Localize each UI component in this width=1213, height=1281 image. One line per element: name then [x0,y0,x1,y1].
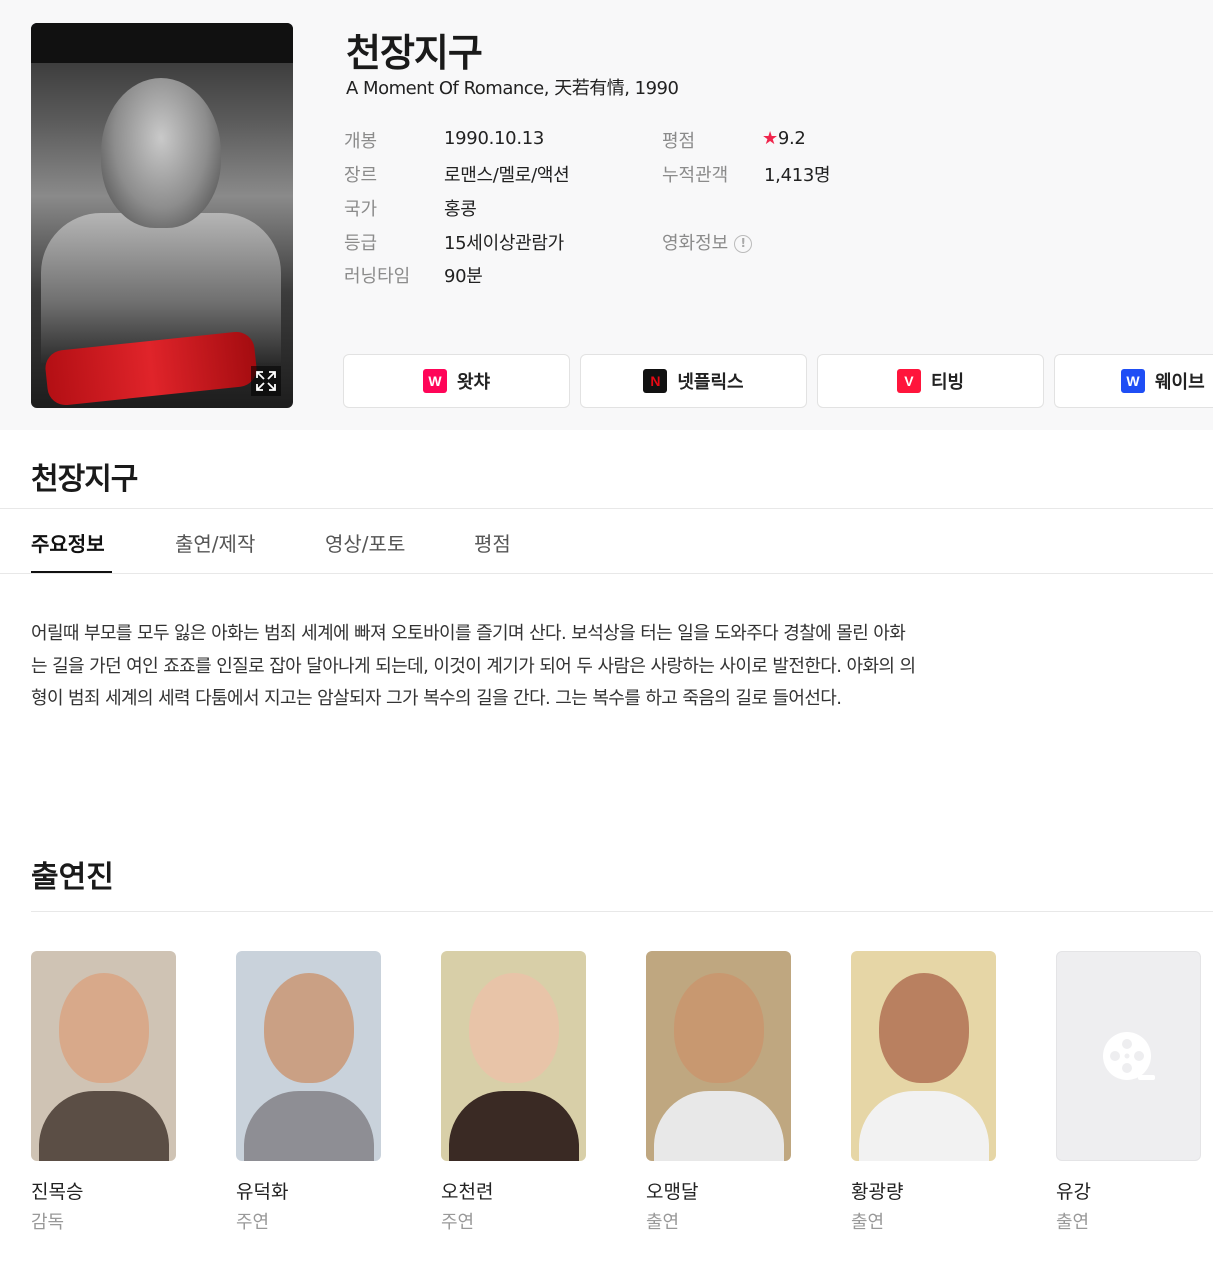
cast-role: 출연 [1056,1212,1090,1233]
cast-name[interactable]: 유덕화 [236,1177,381,1204]
ott-label: 왓챠 [456,372,491,393]
poster-top-band [31,23,293,63]
film-reel-icon [1102,1032,1155,1080]
tab-cast-crew[interactable]: 출연/제작 [175,528,255,557]
ott-netflix-button[interactable]: N 넷플릭스 [580,354,807,408]
tab-video-photo[interactable]: 영상/포토 [325,528,405,557]
runtime-label: 러닝타임 [344,266,411,287]
country-label: 국가 [344,199,378,220]
ott-label: 넷플릭스 [677,372,744,393]
tving-logo-icon: V [896,369,921,393]
poster-figure-face [101,78,221,228]
score-label: 평점 [662,131,696,152]
ott-label: 티빙 [930,372,965,393]
cast-role: 감독 [31,1212,65,1233]
photo-head [674,973,764,1083]
cast-name[interactable]: 오천련 [441,1177,586,1204]
ott-tving-button[interactable]: V 티빙 [817,354,1044,408]
cast-name[interactable]: 진목승 [31,1177,176,1204]
tabs-divider [0,573,1213,574]
cast-photo[interactable] [31,951,176,1161]
tab-main-info[interactable]: 주요정보 [31,528,105,557]
photo-body [449,1091,579,1161]
release-value: 1990.10.13 [444,128,545,149]
synopsis-line: 어릴때 부모를 모두 잃은 아화는 범죄 세계에 빠져 오토바이를 즐기며 산다… [31,623,906,644]
movie-info-label: 영화정보 [662,233,729,254]
info-icon[interactable]: ! [734,235,753,253]
wavve-logo-icon: W [1121,369,1145,393]
cast-role: 주연 [441,1212,475,1233]
photo-body [39,1091,169,1161]
photo-head [264,973,354,1083]
cast-card[interactable]: 진목승 감독 [31,951,176,1234]
score-value: 9.2 [777,128,806,149]
cast-card[interactable]: 유덕화 주연 [236,951,381,1234]
photo-body [654,1091,784,1161]
cast-card[interactable]: 유강 출연 [1056,951,1201,1234]
movie-subtitle: A Moment Of Romance, 天若有情, 1990 [346,78,679,99]
watcha-logo-icon: W [422,369,447,393]
audience-value: 1,413명 [764,165,831,186]
grade-label: 등급 [344,233,378,254]
score-value-group: ★9.2 [762,128,806,149]
movie-poster[interactable] [31,23,293,408]
divider [0,508,1213,509]
cast-photo-placeholder[interactable] [1056,951,1201,1161]
ott-label: 웨이브 [1155,372,1205,393]
photo-body [244,1091,374,1161]
cast-card[interactable]: 오천련 주연 [441,951,586,1234]
netflix-logo-icon: N [643,369,668,393]
expand-icon[interactable] [251,366,281,396]
cast-divider [31,911,1213,912]
ott-watcha-button[interactable]: W 왓챠 [343,354,570,408]
grade-value: 15세이상관람가 [444,233,564,254]
ott-wavve-button[interactable]: W 웨이브 [1054,354,1213,408]
movie-title: 천장지구 [346,31,483,75]
cast-role: 출연 [646,1212,680,1233]
cast-photo[interactable] [851,951,996,1161]
tab-ratings[interactable]: 평점 [474,528,511,557]
synopsis: 어릴때 부모를 모두 잃은 아화는 범죄 세계에 빠져 오토바이를 즐기며 산다… [31,618,1031,716]
cast-name[interactable]: 황광량 [851,1177,996,1204]
star-icon: ★ [762,128,778,149]
release-label: 개봉 [344,131,378,152]
cast-photo[interactable] [236,951,381,1161]
cast-name[interactable]: 유강 [1056,1177,1201,1204]
genre-value: 로맨스/멜로/액션 [444,165,570,186]
photo-head [59,973,149,1083]
photo-head [469,973,559,1083]
cast-card[interactable]: 황광량 출연 [851,951,996,1234]
movie-info-link[interactable]: 영화정보! [662,229,753,255]
section-title: 천장지구 [31,462,138,497]
synopsis-line: 는 길을 가던 여인 죠죠를 인질로 잡아 달아나게 되는데, 이것이 계기가 … [31,655,916,677]
cast-card[interactable]: 오맹달 출연 [646,951,791,1234]
cast-role: 주연 [236,1212,270,1233]
cast-photo[interactable] [441,951,586,1161]
audience-label: 누적관객 [662,165,729,186]
photo-head [879,973,969,1083]
cast-role: 출연 [851,1212,885,1233]
synopsis-line: 형이 범죄 세계의 세력 다툼에서 지고는 암살되자 그가 복수의 길을 간다.… [31,688,842,709]
photo-body [859,1091,989,1161]
cast-section-title: 출연진 [31,860,114,895]
cast-name[interactable]: 오맹달 [646,1177,791,1204]
runtime-value: 90분 [444,266,483,287]
cast-photo[interactable] [646,951,791,1161]
country-value: 홍콩 [444,199,477,220]
genre-label: 장르 [344,165,378,186]
